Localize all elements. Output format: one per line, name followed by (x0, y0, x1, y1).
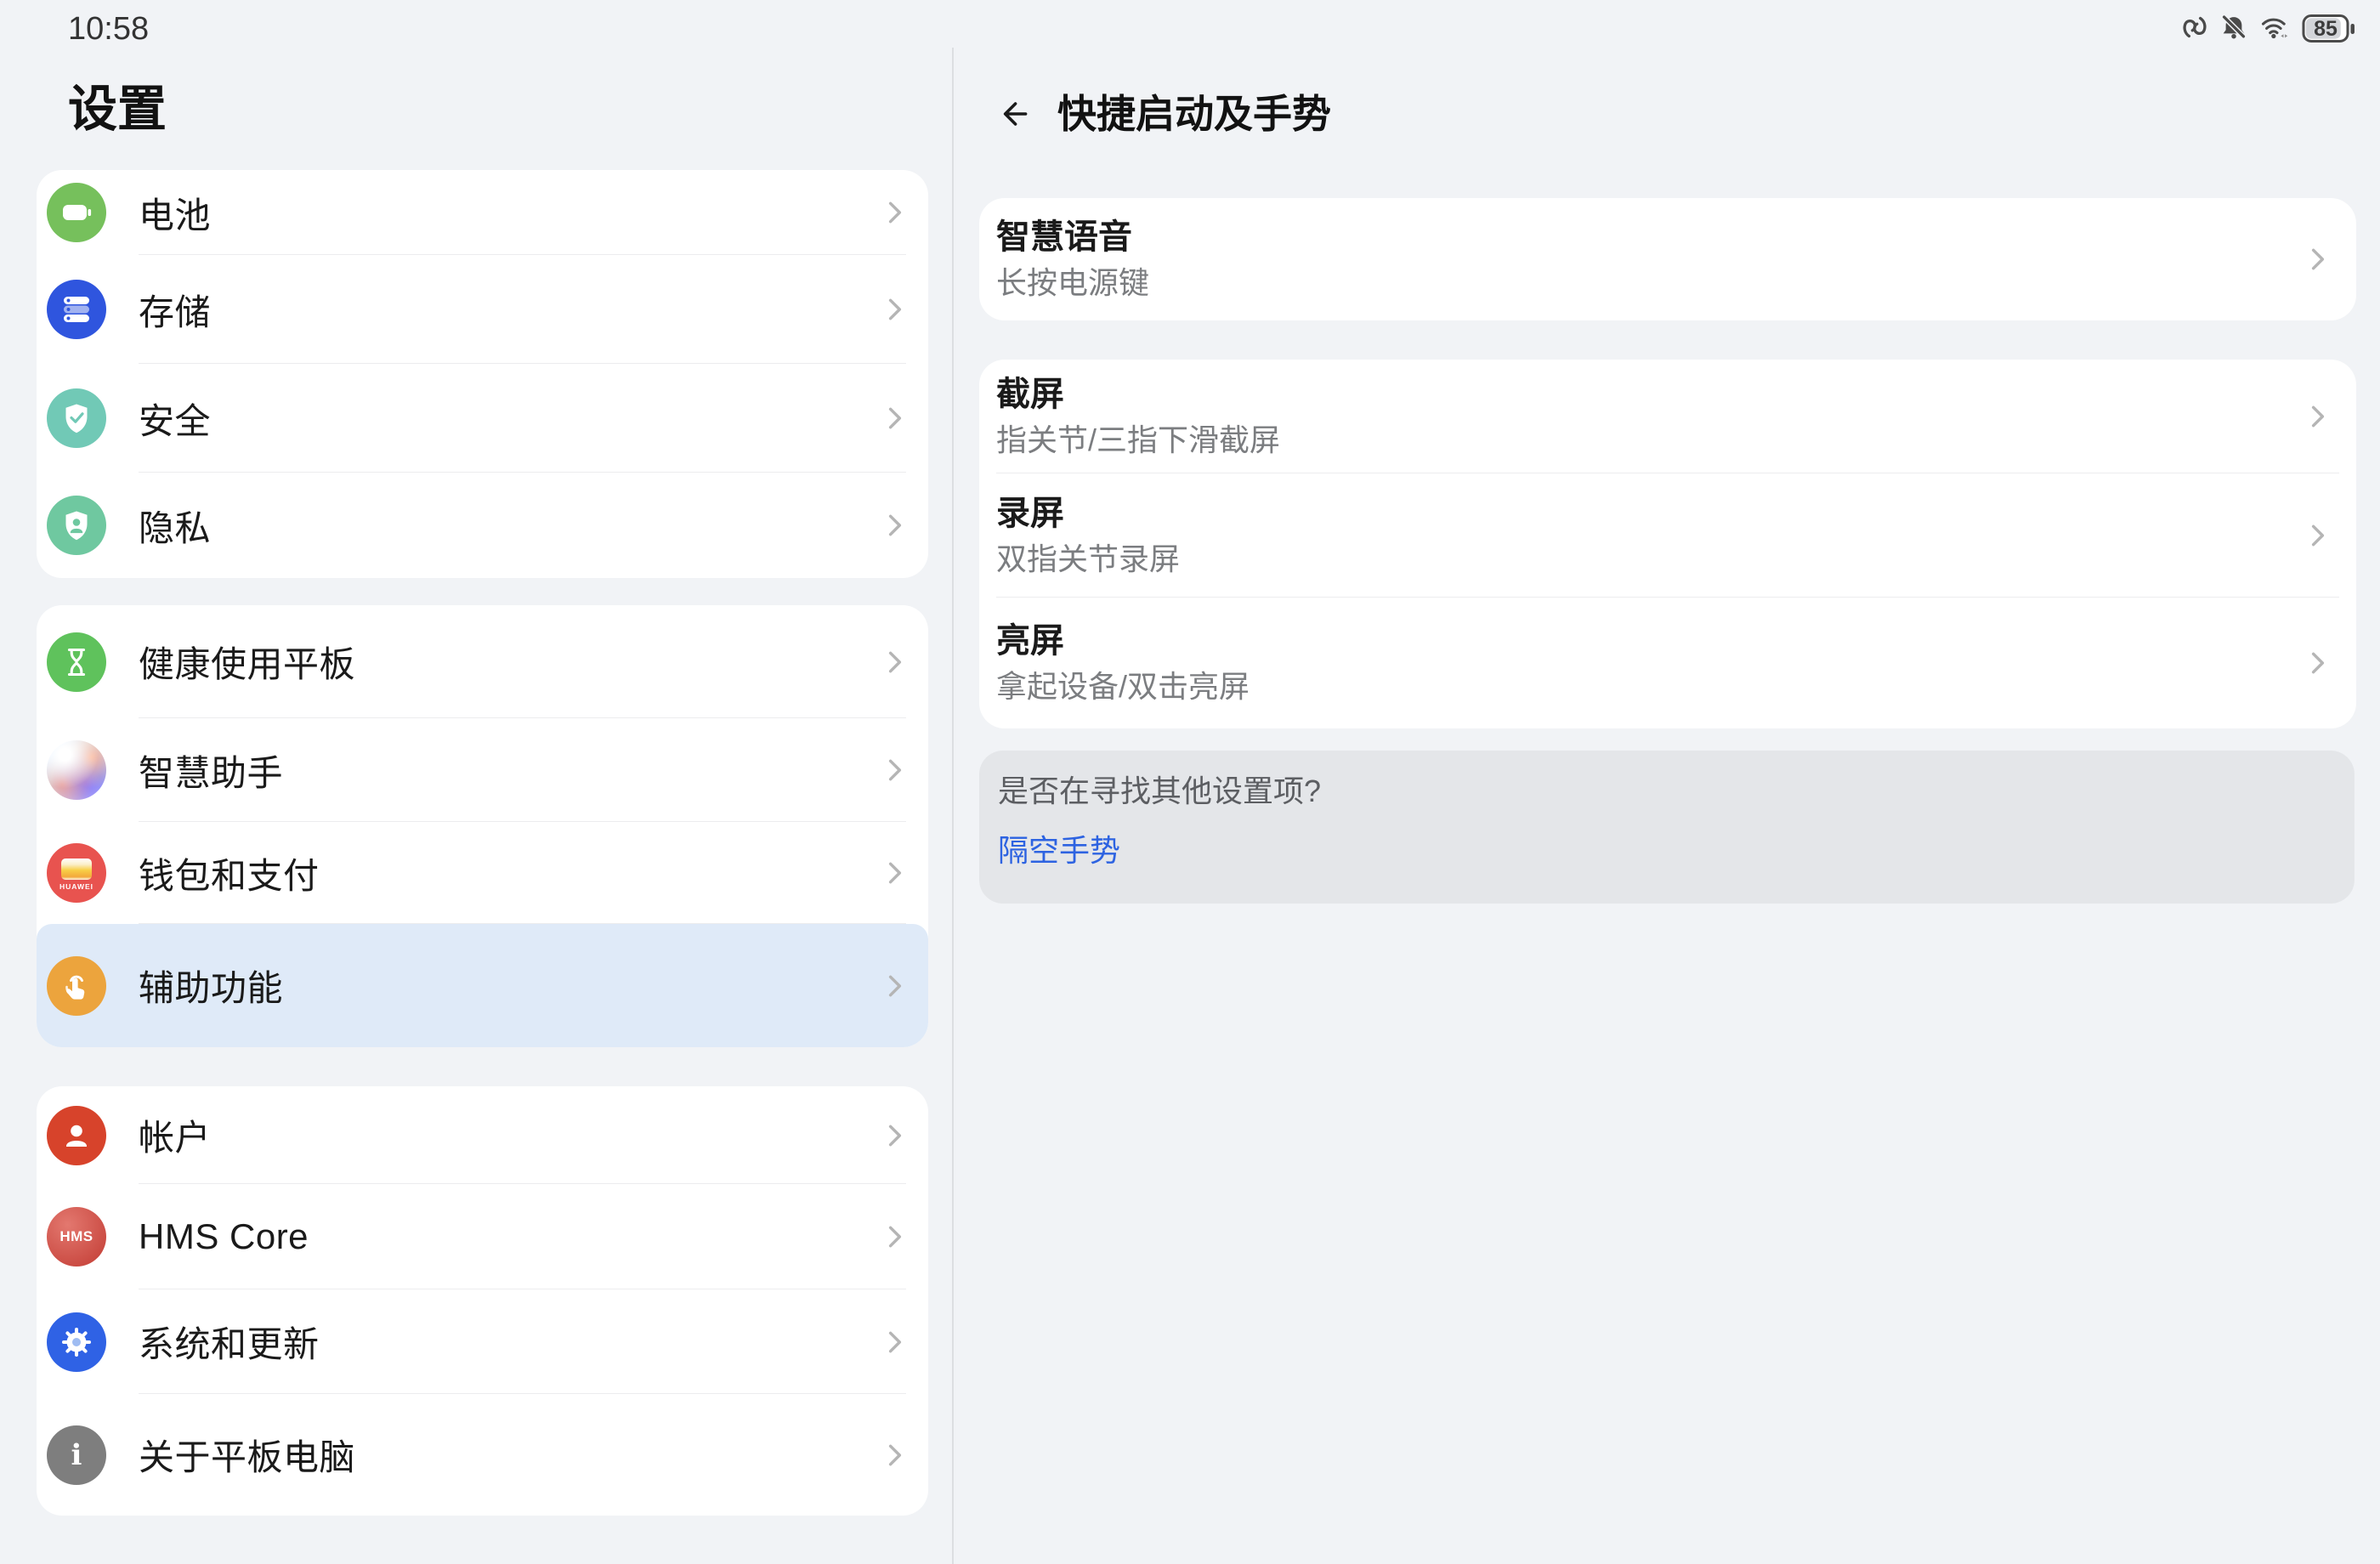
setting-item-screenshot[interactable]: 截屏 指关节/三指下滑截屏 (979, 360, 2356, 473)
storage-icon (47, 280, 106, 339)
sidebar-item-label: 智慧助手 (139, 745, 283, 796)
settings-group-card: 帐户 HMS HMS Core (37, 1086, 928, 1516)
chevron-right-icon (884, 757, 906, 783)
chevron-right-icon (884, 513, 906, 538)
setting-item-subtitle: 双指关节录屏 (996, 541, 2356, 578)
chevron-right-icon (2307, 246, 2329, 272)
chevron-right-icon (884, 1123, 906, 1148)
privacy-shield-icon (47, 496, 106, 555)
info-i-text: i (71, 1441, 82, 1470)
sidebar-item-label: 辅助功能 (139, 960, 283, 1012)
sidebar-item-accessibility[interactable]: 辅助功能 (37, 924, 928, 1047)
chevron-right-icon (884, 1224, 906, 1250)
accessibility-tap-icon (47, 956, 106, 1016)
sidebar-item-battery[interactable]: 电池 (37, 170, 928, 255)
chevron-right-icon (884, 1442, 906, 1468)
setting-item-title: 亮屏 (996, 620, 2356, 661)
detail-title: 快捷启动及手势 (1057, 92, 1331, 136)
hint-question: 是否在寻找其他设置项? (998, 773, 1321, 810)
hms-text: HMS (60, 1228, 93, 1245)
detail-card: 智慧语音 长按电源键 (979, 198, 2356, 320)
hms-core-icon: HMS (47, 1207, 106, 1266)
chevron-right-icon (884, 405, 906, 431)
sidebar-item-account[interactable]: 帐户 (37, 1086, 928, 1184)
page-title: 设置 (68, 82, 167, 138)
wifi-icon (2259, 14, 2290, 45)
detail-card: 截屏 指关节/三指下滑截屏 录屏 双指关节录屏 亮屏 拿起设备/双击亮屏 (979, 360, 2356, 728)
system-gear-icon (47, 1312, 106, 1372)
sidebar-item-system-update[interactable]: 系统和更新 (37, 1289, 928, 1394)
battery-status-icon: 85 (2302, 14, 2356, 44)
setting-item-title: 智慧语音 (996, 217, 2356, 258)
wallet-brand-text: HUAWEI (60, 882, 94, 891)
sidebar-item-security[interactable]: 安全 (37, 364, 928, 473)
setting-item-screen-record[interactable]: 录屏 双指关节录屏 (979, 473, 2356, 598)
sidebar-item-label: 电池 (139, 187, 211, 239)
setting-item-wake-screen[interactable]: 亮屏 拿起设备/双击亮屏 (979, 598, 2356, 728)
settings-app-screen: 10:58 (0, 0, 2380, 1564)
sidebar-item-label: 健康使用平板 (139, 636, 355, 688)
battery-percent-text: 85 (2302, 14, 2349, 43)
back-arrow-icon[interactable] (993, 94, 1034, 134)
sidebar-item-label: 隐私 (139, 500, 211, 552)
info-icon: i (47, 1425, 106, 1485)
chevron-right-icon (884, 649, 906, 675)
security-shield-icon (47, 388, 106, 448)
chevron-right-icon (2307, 523, 2329, 548)
setting-item-subtitle: 指关节/三指下滑截屏 (996, 422, 2356, 459)
sidebar-item-label: 存储 (139, 284, 211, 336)
sidebar-item-label: 安全 (139, 393, 211, 445)
sidebar-item-label: 系统和更新 (139, 1316, 320, 1368)
wallet-card-graphic (61, 858, 92, 880)
settings-group-card: 电池 存储 (37, 170, 928, 578)
notifications-off-icon (2220, 14, 2247, 45)
chevron-right-icon (884, 973, 906, 999)
setting-item-ai-voice[interactable]: 智慧语音 长按电源键 (979, 198, 2356, 320)
hourglass-icon (47, 632, 106, 692)
sidebar-item-label: HMS Core (139, 1216, 309, 1257)
account-person-icon (47, 1106, 106, 1165)
status-time: 10:58 (68, 12, 149, 46)
sidebar-item-label: 关于平板电脑 (139, 1429, 355, 1481)
sidebar-item-label: 钱包和支付 (139, 847, 320, 899)
detail-header: 快捷启动及手势 (993, 92, 1331, 136)
sidebar-item-storage[interactable]: 存储 (37, 255, 928, 364)
status-icons: 85 (2181, 10, 2356, 48)
pane-divider (952, 48, 954, 1564)
settings-group-card: 健康使用平板 智慧助手 HUAWEI 钱包和支付 (37, 605, 928, 1047)
sidebar-item-label: 帐户 (139, 1109, 211, 1161)
super-device-icon (2181, 14, 2208, 45)
sidebar-item-ai-assistant[interactable]: 智慧助手 (37, 718, 928, 822)
sidebar-item-digital-balance[interactable]: 健康使用平板 (37, 605, 928, 718)
setting-item-title: 录屏 (996, 493, 2356, 534)
chevron-right-icon (2307, 650, 2329, 676)
setting-item-title: 截屏 (996, 374, 2356, 415)
wallet-icon: HUAWEI (47, 843, 106, 903)
chevron-right-icon (884, 200, 906, 225)
battery-icon (47, 183, 106, 242)
setting-item-subtitle: 长按电源键 (996, 264, 2356, 302)
sidebar-item-wallet[interactable]: HUAWEI 钱包和支付 (37, 822, 928, 924)
air-gesture-link[interactable]: 隔空手势 (998, 832, 1120, 870)
sidebar-item-about[interactable]: i 关于平板电脑 (37, 1394, 928, 1516)
setting-item-subtitle: 拿起设备/双击亮屏 (996, 668, 2356, 706)
assistant-sphere-icon (47, 740, 106, 800)
related-settings-hint: 是否在寻找其他设置项? 隔空手势 (979, 751, 2354, 904)
sidebar-item-privacy[interactable]: 隐私 (37, 473, 928, 578)
chevron-right-icon (2307, 404, 2329, 429)
chevron-right-icon (884, 860, 906, 886)
sidebar-item-hms-core[interactable]: HMS HMS Core (37, 1184, 928, 1289)
chevron-right-icon (884, 1329, 906, 1355)
chevron-right-icon (884, 297, 906, 322)
